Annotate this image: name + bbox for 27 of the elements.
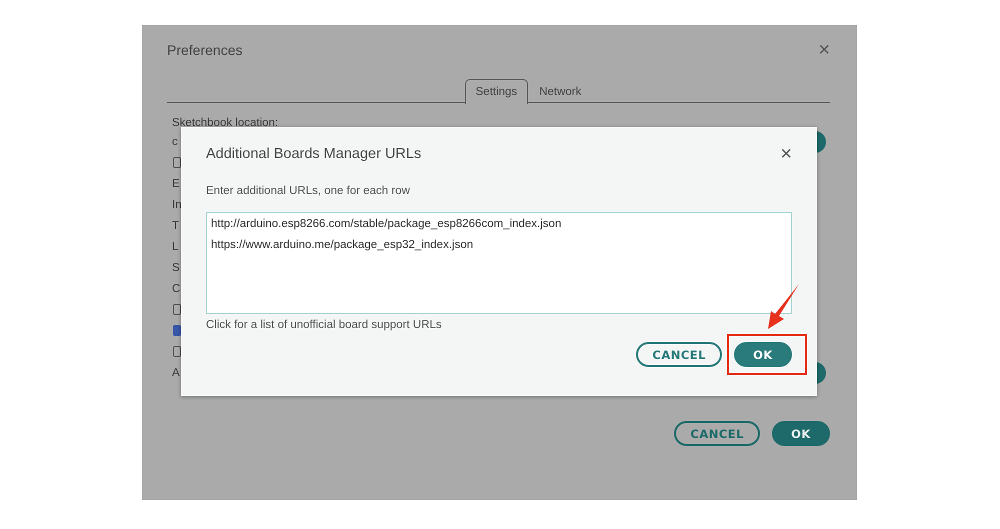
setting-label: C	[172, 282, 180, 294]
checkbox[interactable]	[173, 157, 181, 168]
setting-label: A	[172, 366, 180, 378]
setting-label: In	[172, 198, 182, 210]
tab[interactable]: Network	[528, 78, 592, 104]
dialog-title: Additional Boards Manager URLs	[206, 146, 422, 162]
setting-label: L	[172, 240, 178, 252]
setting-label: Sketchbook location:	[172, 117, 278, 129]
cancel-button[interactable]: CANCEL	[636, 342, 722, 367]
close-button[interactable]: ×	[780, 144, 792, 164]
checkbox[interactable]	[173, 325, 181, 336]
setting-label: S	[172, 262, 180, 274]
ok-button[interactable]: OK	[734, 342, 792, 367]
unofficial-urls-link[interactable]: Click for a list of unofficial board support URLs	[206, 319, 442, 331]
tab[interactable]: Settings	[464, 78, 528, 104]
window-title: Preferences	[167, 42, 242, 58]
setting-label: T	[172, 220, 180, 232]
close-button[interactable]: ×	[818, 40, 830, 60]
ok-button[interactable]: OK	[772, 421, 830, 446]
setting-label: E	[172, 178, 180, 190]
instruction-text: Enter additional URLs, one for each row	[206, 185, 410, 197]
urls-field[interactable]: http://arduino.esp8266.com/stable/package_esp8266com_index.json https://www.arduino.me/package_esp32_index.json	[206, 212, 792, 314]
pointer-arrow	[765, 283, 801, 331]
cancel-button[interactable]: CANCEL	[674, 421, 760, 446]
checkbox[interactable]	[173, 304, 181, 315]
setting-label: c	[172, 136, 178, 148]
checkbox[interactable]	[173, 346, 181, 357]
